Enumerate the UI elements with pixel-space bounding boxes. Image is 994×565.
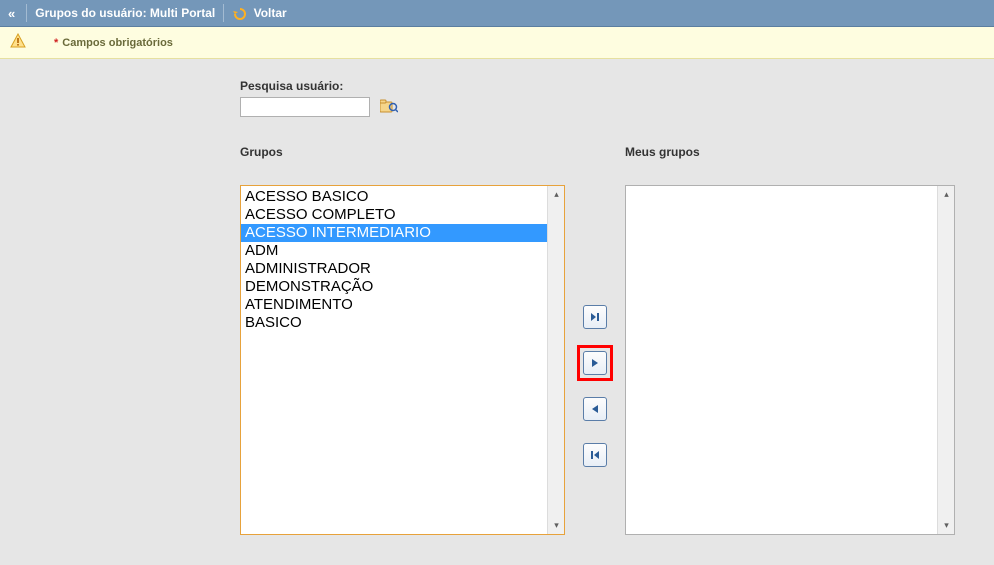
notice-text: Campos obrigatórios xyxy=(62,37,173,49)
list-item[interactable]: ATENDIMENTO xyxy=(241,296,547,314)
shuttle-control: Grupos ACESSO BASICOACESSO COMPLETOACESS… xyxy=(240,145,964,535)
separator xyxy=(26,4,27,22)
scroll-up-icon[interactable]: ▴ xyxy=(548,186,565,203)
move-left-button[interactable] xyxy=(583,397,607,421)
list-item[interactable]: ADM xyxy=(241,242,547,260)
available-groups-column: Grupos ACESSO BASICOACESSO COMPLETOACESS… xyxy=(240,145,565,535)
content-area: Pesquisa usuário: Grupos ACESSO BASICOAC… xyxy=(0,59,994,565)
back-button[interactable]: Voltar xyxy=(232,6,286,21)
separator xyxy=(223,4,224,22)
list-item[interactable]: ADMINISTRADOR xyxy=(241,260,547,278)
move-all-left-button[interactable] xyxy=(583,443,607,467)
selected-groups-column: Meus grupos ▴ ▾ xyxy=(625,145,955,535)
scrollbar[interactable]: ▴ ▾ xyxy=(547,186,564,534)
selected-groups-listbox[interactable]: ▴ ▾ xyxy=(625,185,955,535)
required-asterisk: * xyxy=(54,37,58,49)
back-label: Voltar xyxy=(254,6,287,20)
selected-list-label: Meus grupos xyxy=(625,145,955,159)
undo-icon xyxy=(232,6,246,20)
scroll-down-icon[interactable]: ▾ xyxy=(548,517,565,534)
move-right-button[interactable] xyxy=(583,351,607,375)
available-groups-listbox[interactable]: ACESSO BASICOACESSO COMPLETOACESSO INTER… xyxy=(240,185,565,535)
scroll-down-icon[interactable]: ▾ xyxy=(938,517,955,534)
scroll-up-icon[interactable]: ▴ xyxy=(938,186,955,203)
search-label: Pesquisa usuário: xyxy=(240,79,964,93)
list-item[interactable]: ACESSO BASICO xyxy=(241,188,547,206)
search-user-icon[interactable] xyxy=(380,98,398,117)
search-row xyxy=(240,97,964,117)
list-item[interactable]: ACESSO INTERMEDIARIO xyxy=(241,224,547,242)
list-item[interactable]: BASICO xyxy=(241,314,547,332)
shuttle-buttons xyxy=(565,145,625,477)
scrollbar[interactable]: ▴ ▾ xyxy=(937,186,954,534)
available-list-label: Grupos xyxy=(240,145,565,159)
search-input[interactable] xyxy=(240,97,370,117)
list-item[interactable]: ACESSO COMPLETO xyxy=(241,206,547,224)
move-all-right-button[interactable] xyxy=(583,305,607,329)
header-bar: « Grupos do usuário: Multi Portal Voltar xyxy=(0,0,994,27)
page-title: Grupos do usuário: Multi Portal xyxy=(35,6,215,20)
warning-icon xyxy=(10,33,26,52)
list-item[interactable]: DEMONSTRAÇÃO xyxy=(241,278,547,296)
collapse-icon[interactable]: « xyxy=(8,6,12,21)
notice-bar: * Campos obrigatórios xyxy=(0,27,994,59)
